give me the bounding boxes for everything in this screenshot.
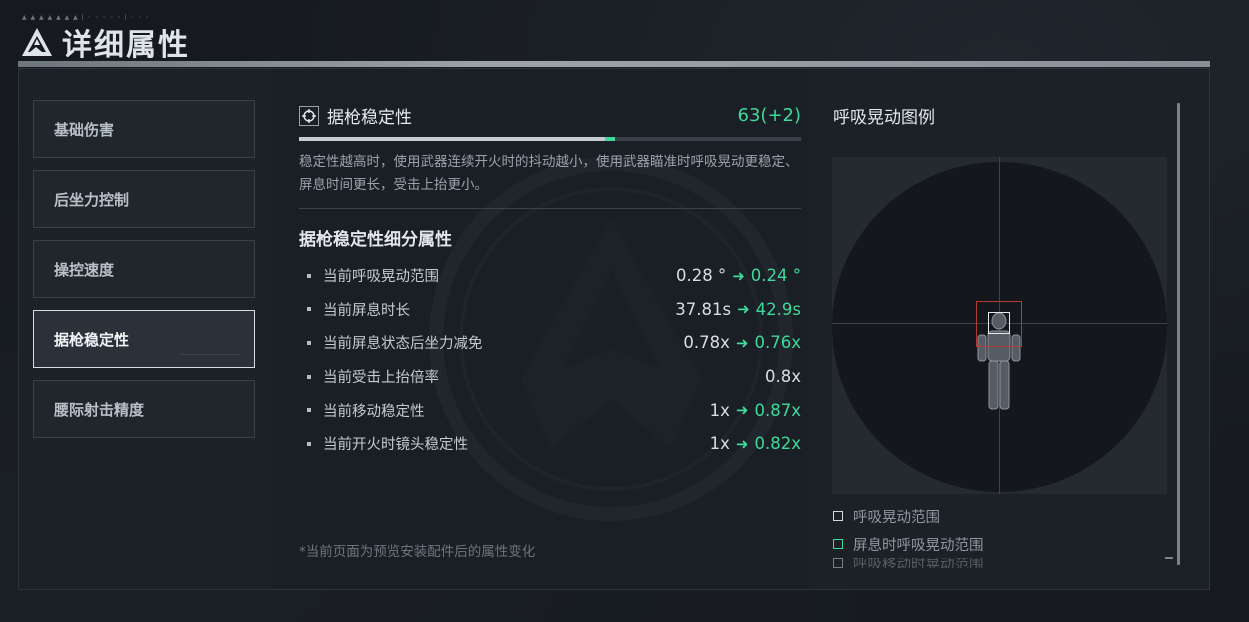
attribute-row-move-stability: 当前移动稳定性 1x ➜ 0.87x	[299, 393, 801, 427]
attribute-old-value: 37.81s	[675, 299, 732, 319]
attribute-label: 当前受击上抬倍率	[323, 370, 439, 387]
attribute-list: 当前呼吸晃动范围 0.28 ° ➜ 0.24 ° 当前屏息时长 37.81s ➜…	[299, 259, 801, 461]
attribute-row-hit-flinch: 当前受击上抬倍率 0.8x	[299, 360, 801, 394]
attribute-row-breath-sway: 当前呼吸晃动范围 0.28 ° ➜ 0.24 °	[299, 259, 801, 293]
arrow-right-icon: ➜	[737, 300, 750, 319]
section-divider	[299, 208, 801, 209]
legend-square-icon	[833, 558, 843, 568]
stat-progress-base	[299, 137, 606, 141]
aim-point-box	[988, 312, 1010, 334]
bullet-icon	[307, 374, 311, 379]
sidebar-item-label: 基础伤害	[54, 120, 115, 139]
sidebar-item-label: 腰际射击精度	[54, 400, 145, 419]
attribute-new-value: 0.24 °	[750, 266, 801, 286]
attribute-new-value: 42.9s	[755, 299, 801, 319]
legend-square-icon	[833, 539, 843, 549]
legend-item-label: 呼吸晃动范围	[853, 509, 940, 526]
legend-list: 呼吸晃动范围 屏息时呼吸晃动范围 呼吸移动时晃动范围	[833, 502, 984, 568]
arrow-right-icon: ➜	[735, 401, 749, 420]
bullet-icon	[307, 273, 311, 278]
attribute-label: 当前移动稳定性	[323, 403, 425, 420]
stat-name: 据枪稳定性	[327, 108, 412, 128]
stat-description: 稳定性越高时，使用武器连续开火时的抖动越小，使用武器瞄准时呼吸晃动更稳定、屏息时…	[299, 154, 799, 193]
sidebar-item-handling-speed[interactable]: 操控速度	[33, 240, 255, 298]
attribute-old-value: 0.78x	[683, 333, 730, 353]
sidebar-item-label: 据枪稳定性	[54, 330, 130, 349]
sidebar-item-base-damage[interactable]: 基础伤害	[33, 100, 255, 158]
bullet-icon	[307, 340, 311, 345]
legend-item-move-sway: 呼吸移动时晃动范围	[833, 558, 984, 568]
legend-panel: 呼吸晃动图例 呼吸晃动范围 屏息时呼吸晃动范围 呼吸移动时晃动范围	[809, 69, 1211, 589]
legend-title: 呼吸晃动图例	[833, 108, 935, 128]
attribute-values: 0.78x ➜ 0.76x	[683, 333, 801, 352]
breath-sway-diagram	[832, 157, 1167, 494]
attribute-row-fire-camera-stability: 当前开火时镜头稳定性 1x ➜ 0.82x	[299, 427, 801, 461]
page-title: 详细属性	[62, 28, 190, 63]
sidebar-item-hipfire-accuracy[interactable]: 腰际射击精度	[33, 380, 255, 438]
corner-mark	[1165, 557, 1173, 559]
attribute-label: 当前屏息状态后坐力减免	[323, 336, 483, 353]
sidebar-item-label: 操控速度	[54, 260, 115, 279]
detail-panel: 基础伤害 后坐力控制 操控速度 据枪稳定性 腰际射击精度 据枪稳定性 63(+2…	[18, 68, 1210, 590]
header-divider	[18, 61, 1210, 67]
stat-score: 63(+2)	[737, 105, 801, 126]
legend-item-label: 呼吸移动时晃动范围	[853, 558, 984, 568]
legend-item-label: 屏息时呼吸晃动范围	[853, 537, 984, 554]
bullet-icon	[307, 307, 311, 312]
bullet-icon	[307, 408, 311, 413]
header: ▲ ▲ ▲ ▲ ▲ ▲ ▲ | ◦ ◦ ◦ ◦ ◦ | ◦ ◦ ◦ 详细属性	[0, 0, 1249, 63]
stat-header: 据枪稳定性 63(+2)	[299, 103, 801, 128]
attribute-old-value: 0.28 °	[675, 266, 727, 286]
attribute-row-hold-breath-duration: 当前屏息时长 37.81s ➜ 42.9s	[299, 293, 801, 327]
sidebar-item-recoil-control[interactable]: 后坐力控制	[33, 170, 255, 228]
attribute-new-value: 0.82x	[754, 434, 801, 454]
legend-item-hold-breath-sway: 屏息时呼吸晃动范围	[833, 530, 984, 558]
stat-progress-bar	[299, 137, 801, 141]
attribute-label: 当前呼吸晃动范围	[323, 269, 439, 286]
header-title-group: 详细属性	[20, 20, 190, 64]
attribute-values: 0.8x	[765, 367, 801, 386]
attribute-values: 37.81s ➜ 42.9s	[675, 300, 801, 319]
attribute-values: 1x ➜ 0.87x	[710, 401, 801, 420]
crosshair-icon	[299, 105, 319, 126]
triangle-logo-icon	[22, 28, 52, 56]
sidebar-item-aim-stability[interactable]: 据枪稳定性	[33, 310, 255, 368]
attribute-old-value: 1x	[709, 400, 730, 420]
attribute-values: 1x ➜ 0.82x	[710, 434, 801, 453]
attribute-label: 当前开火时镜头稳定性	[323, 437, 468, 454]
attribute-old-value: 0.8x	[764, 367, 801, 387]
stat-progress-bonus	[605, 137, 616, 141]
attribute-old-value: 1x	[709, 434, 730, 454]
subsection-title: 据枪稳定性细分属性	[299, 230, 452, 250]
attribute-new-value: 0.87x	[754, 400, 801, 420]
legend-item-breath-sway: 呼吸晃动范围	[833, 502, 984, 530]
attribute-new-value: 0.76x	[754, 333, 801, 353]
sidebar-item-label: 后坐力控制	[54, 190, 130, 209]
attribute-row-hold-breath-recoil: 当前屏息状态后坐力减免 0.78x ➜ 0.76x	[299, 326, 801, 360]
preview-footnote: *当前页面为预览安装配件后的属性变化	[299, 544, 536, 560]
sidebar: 基础伤害 后坐力控制 操控速度 据枪稳定性 腰际射击精度	[19, 69, 271, 589]
legend-square-icon	[833, 511, 843, 521]
arrow-right-icon: ➜	[735, 434, 749, 453]
arrow-right-icon: ➜	[732, 266, 745, 285]
attribute-values: 0.28 ° ➜ 0.24 °	[676, 266, 801, 285]
bullet-icon	[307, 441, 311, 446]
legend-scrollbar[interactable]	[1177, 103, 1180, 565]
stat-detail: 据枪稳定性 63(+2) 稳定性越高时，使用武器连续开火时的抖动越小，使用武器瞄…	[271, 69, 809, 589]
arrow-right-icon: ➜	[735, 333, 749, 352]
attribute-label: 当前屏息时长	[323, 302, 410, 319]
